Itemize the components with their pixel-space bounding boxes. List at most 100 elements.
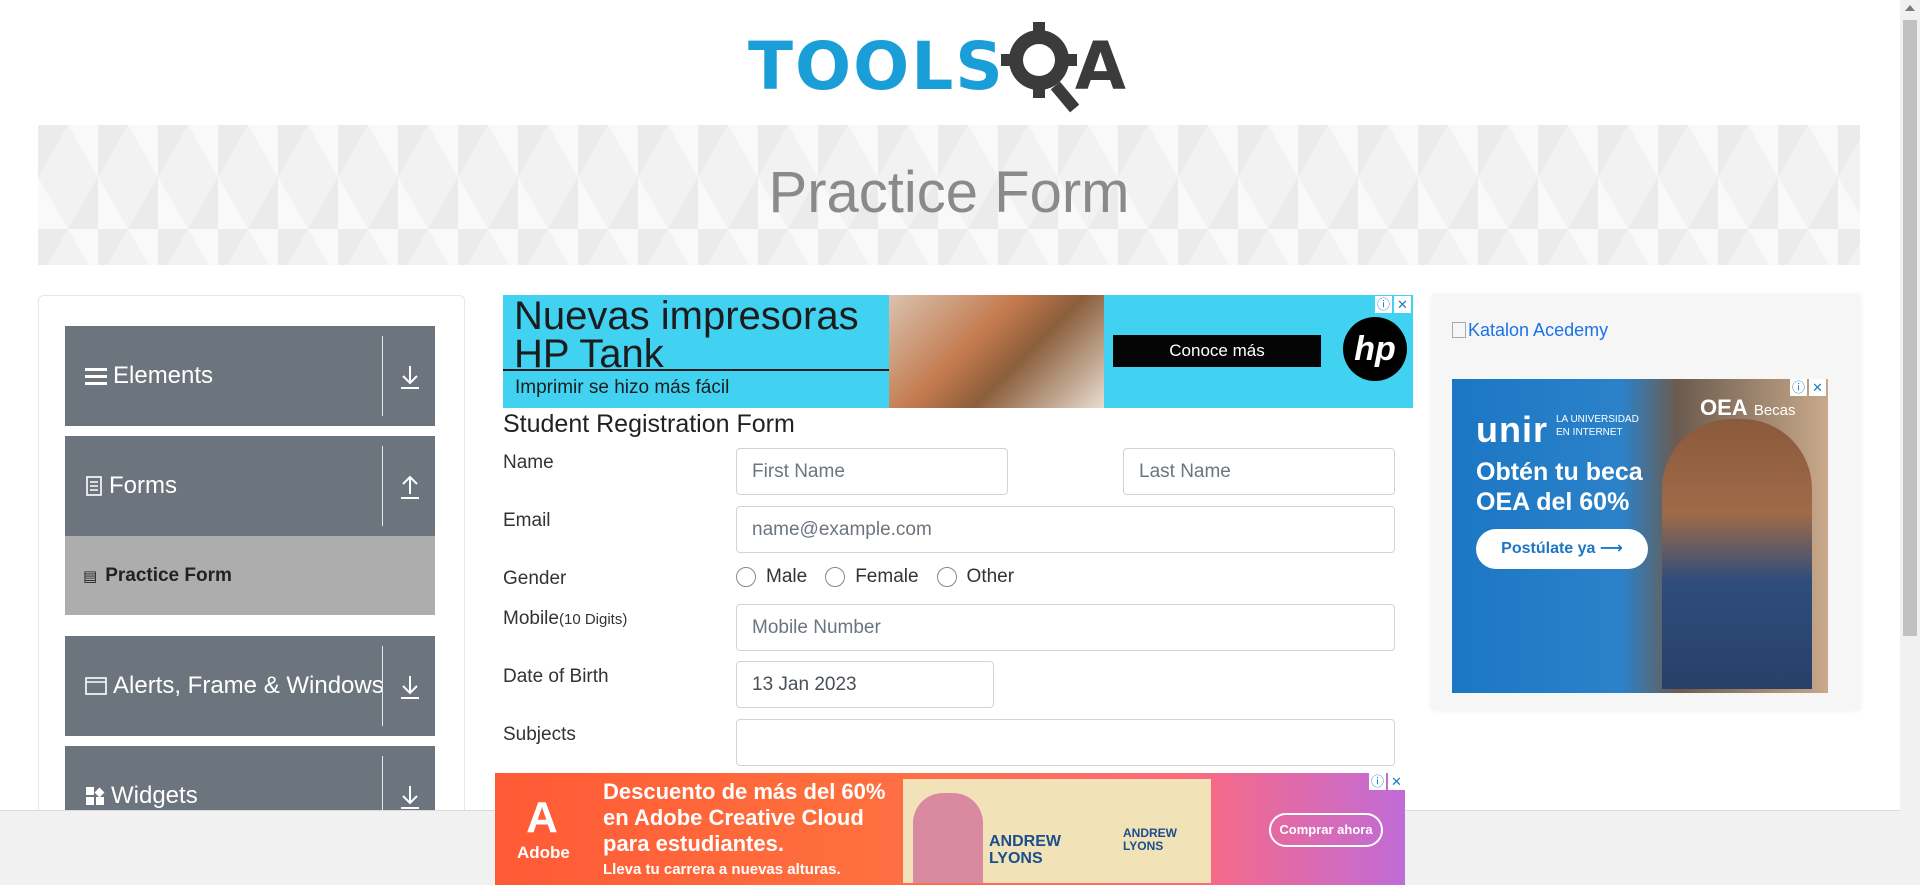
email-label: Email <box>503 510 551 531</box>
mobile-placeholder: Mobile Number <box>752 616 881 638</box>
ad-person-photo <box>1662 419 1812 689</box>
ad-close-icon[interactable]: ✕ <box>1809 379 1826 396</box>
name-label: Name <box>503 452 554 473</box>
subjects-input[interactable] <box>736 719 1395 766</box>
date-of-birth-input[interactable]: 13 Jan 2023 <box>736 661 994 708</box>
katalon-link-text[interactable]: Katalon Acedemy <box>1468 320 1608 340</box>
page-title: Practice Form <box>768 160 1130 225</box>
mobile-hint: (10 Digits) <box>558 611 628 628</box>
ad-headline-line-2: en Adobe Creative Cloud <box>603 805 864 830</box>
separator <box>382 646 383 726</box>
oea-sub: Becas <box>1753 402 1796 419</box>
menu-icon <box>85 368 107 385</box>
last-name-placeholder: Last Name <box>1139 460 1231 482</box>
unir-oea-advertisement[interactable]: unir LA UNIVERSIDAD EN INTERNET OEA Beca… <box>1452 379 1828 693</box>
radio-label: Other <box>966 566 1015 587</box>
document-icon <box>86 476 102 496</box>
unir-tagline: LA UNIVERSIDAD EN INTERNET <box>1556 414 1639 438</box>
sidebar-item-label: Practice Form <box>105 564 232 586</box>
mobile-label-text: Mobile <box>503 608 559 629</box>
sidebar-group-elements[interactable]: Elements <box>65 326 435 426</box>
hp-logo: hp <box>1343 317 1407 381</box>
ad-info-icon[interactable]: ⓘ <box>1790 379 1807 396</box>
form-title: Student Registration Form <box>503 410 795 438</box>
page-banner: Practice Form <box>38 125 1860 265</box>
ad-close-icon[interactable]: ✕ <box>1394 296 1411 313</box>
adobe-a-glyph: A <box>526 793 558 842</box>
radio-circle[interactable] <box>936 567 957 587</box>
sidebar-group-label: Widgets <box>111 782 198 809</box>
buy-now-button[interactable]: Comprar ahora <box>1269 813 1383 847</box>
ad-cta-button[interactable]: Conoce más <box>1113 335 1321 367</box>
adobe-wordmark: Adobe <box>517 843 570 862</box>
gender-male-radio[interactable]: Male <box>736 566 807 588</box>
sidebar-group-label: Forms <box>109 472 177 499</box>
last-name-input[interactable]: Last Name <box>1123 448 1395 495</box>
scroll-up-arrow-icon[interactable] <box>1905 5 1915 11</box>
sidebar-item-practice-form[interactable]: ▤ Practice Form <box>65 536 435 615</box>
ad-headline: Obtén tu beca OEA del 60% <box>1476 457 1643 517</box>
adobe-logo: A Adobe <box>517 793 570 873</box>
right-advertisement: Katalon Acedemy unir LA UNIVERSIDAD EN I… <box>1432 295 1860 710</box>
dob-value: 13 Jan 2023 <box>752 673 857 695</box>
separator <box>382 336 383 416</box>
gender-radio-group: Male Female Other <box>736 566 1032 588</box>
postulate-button[interactable]: Postúlate ya ⟶ <box>1476 529 1648 569</box>
poster-photo <box>913 793 983 883</box>
radio-circle[interactable] <box>736 567 756 587</box>
poster-name-small: ANDREW LYONS <box>1123 826 1177 853</box>
download-arrow-icon <box>401 366 419 389</box>
radio-label: Male <box>766 566 808 587</box>
toolsqa-logo[interactable]: TOOLS A <box>748 18 1126 114</box>
sidebar-group-label: Alerts, Frame & Windows <box>113 672 384 699</box>
upload-arrow-icon <box>401 475 419 499</box>
first-name-input[interactable]: First Name <box>736 448 1008 495</box>
dob-label: Date of Birth <box>503 666 609 687</box>
ad-poster: ANDREW LYONS ANDREW LYONS <box>903 779 1211 883</box>
ad-info-icon[interactable]: ⓘ <box>1369 773 1386 790</box>
page: TOOLS A Practice Form Elements Forms ▤ P… <box>0 0 1920 885</box>
grid-icon <box>86 787 105 805</box>
gender-label: Gender <box>503 568 567 589</box>
download-arrow-icon <box>401 676 419 699</box>
oea-text: OEA <box>1700 395 1748 420</box>
sidebar: Elements Forms ▤ Practice Form Alerts, F… <box>38 295 465 885</box>
ad-headline-line-1: Obtén tu beca <box>1476 458 1643 486</box>
broken-image-icon <box>1452 322 1466 338</box>
mobile-input[interactable]: Mobile Number <box>736 604 1395 651</box>
separator <box>382 446 383 526</box>
katalon-academy-link[interactable]: Katalon Acedemy <box>1452 320 1608 341</box>
window-icon <box>85 677 107 695</box>
radio-label: Female <box>855 566 919 587</box>
ad-divider <box>503 369 889 371</box>
hp-advertisement[interactable]: Nuevas impresoras HP Tank Imprimir se hi… <box>503 295 1413 408</box>
gear-magnifier-icon <box>1000 22 1079 113</box>
oea-logo: OEA Becas <box>1700 395 1796 421</box>
adobe-advertisement[interactable]: A Adobe Descuento de más del 60% en Adob… <box>495 773 1405 885</box>
sidebar-group-alerts[interactable]: Alerts, Frame & Windows <box>65 636 435 736</box>
ad-subline: Lleva tu carrera a nuevas alturas. <box>603 861 841 878</box>
ad-headline-line-3: para estudiantes. <box>603 831 784 856</box>
ad-photo <box>889 295 1104 408</box>
email-input[interactable]: name@example.com <box>736 506 1395 553</box>
ad-subline: Imprimir se hizo más fácil <box>515 377 730 398</box>
logo-text-a: A <box>1074 27 1126 105</box>
form-icon: ▤ <box>83 567 98 585</box>
gender-other-radio[interactable]: Other <box>936 566 1015 588</box>
gender-female-radio[interactable]: Female <box>825 566 919 588</box>
email-placeholder: name@example.com <box>752 518 932 540</box>
sidebar-group-label: Elements <box>113 362 214 389</box>
radio-circle[interactable] <box>825 567 846 587</box>
first-name-placeholder: First Name <box>752 460 845 482</box>
mobile-label: Mobile(10 Digits) <box>503 608 627 630</box>
scrollbar-thumb[interactable] <box>1903 20 1917 636</box>
vertical-scrollbar[interactable] <box>1900 0 1920 885</box>
sidebar-group-forms[interactable]: Forms <box>65 436 435 536</box>
ad-close-icon[interactable]: ✕ <box>1388 773 1405 790</box>
ad-info-icon[interactable]: ⓘ <box>1375 296 1392 313</box>
logo-text-tools: TOOLS <box>748 27 1005 105</box>
ad-headline-line-1: Descuento de más del 60% <box>603 779 886 804</box>
download-arrow-icon <box>401 786 419 809</box>
ad-headline: Nuevas impresoras HP Tank <box>514 295 859 376</box>
unir-logo: unir <box>1476 409 1548 450</box>
